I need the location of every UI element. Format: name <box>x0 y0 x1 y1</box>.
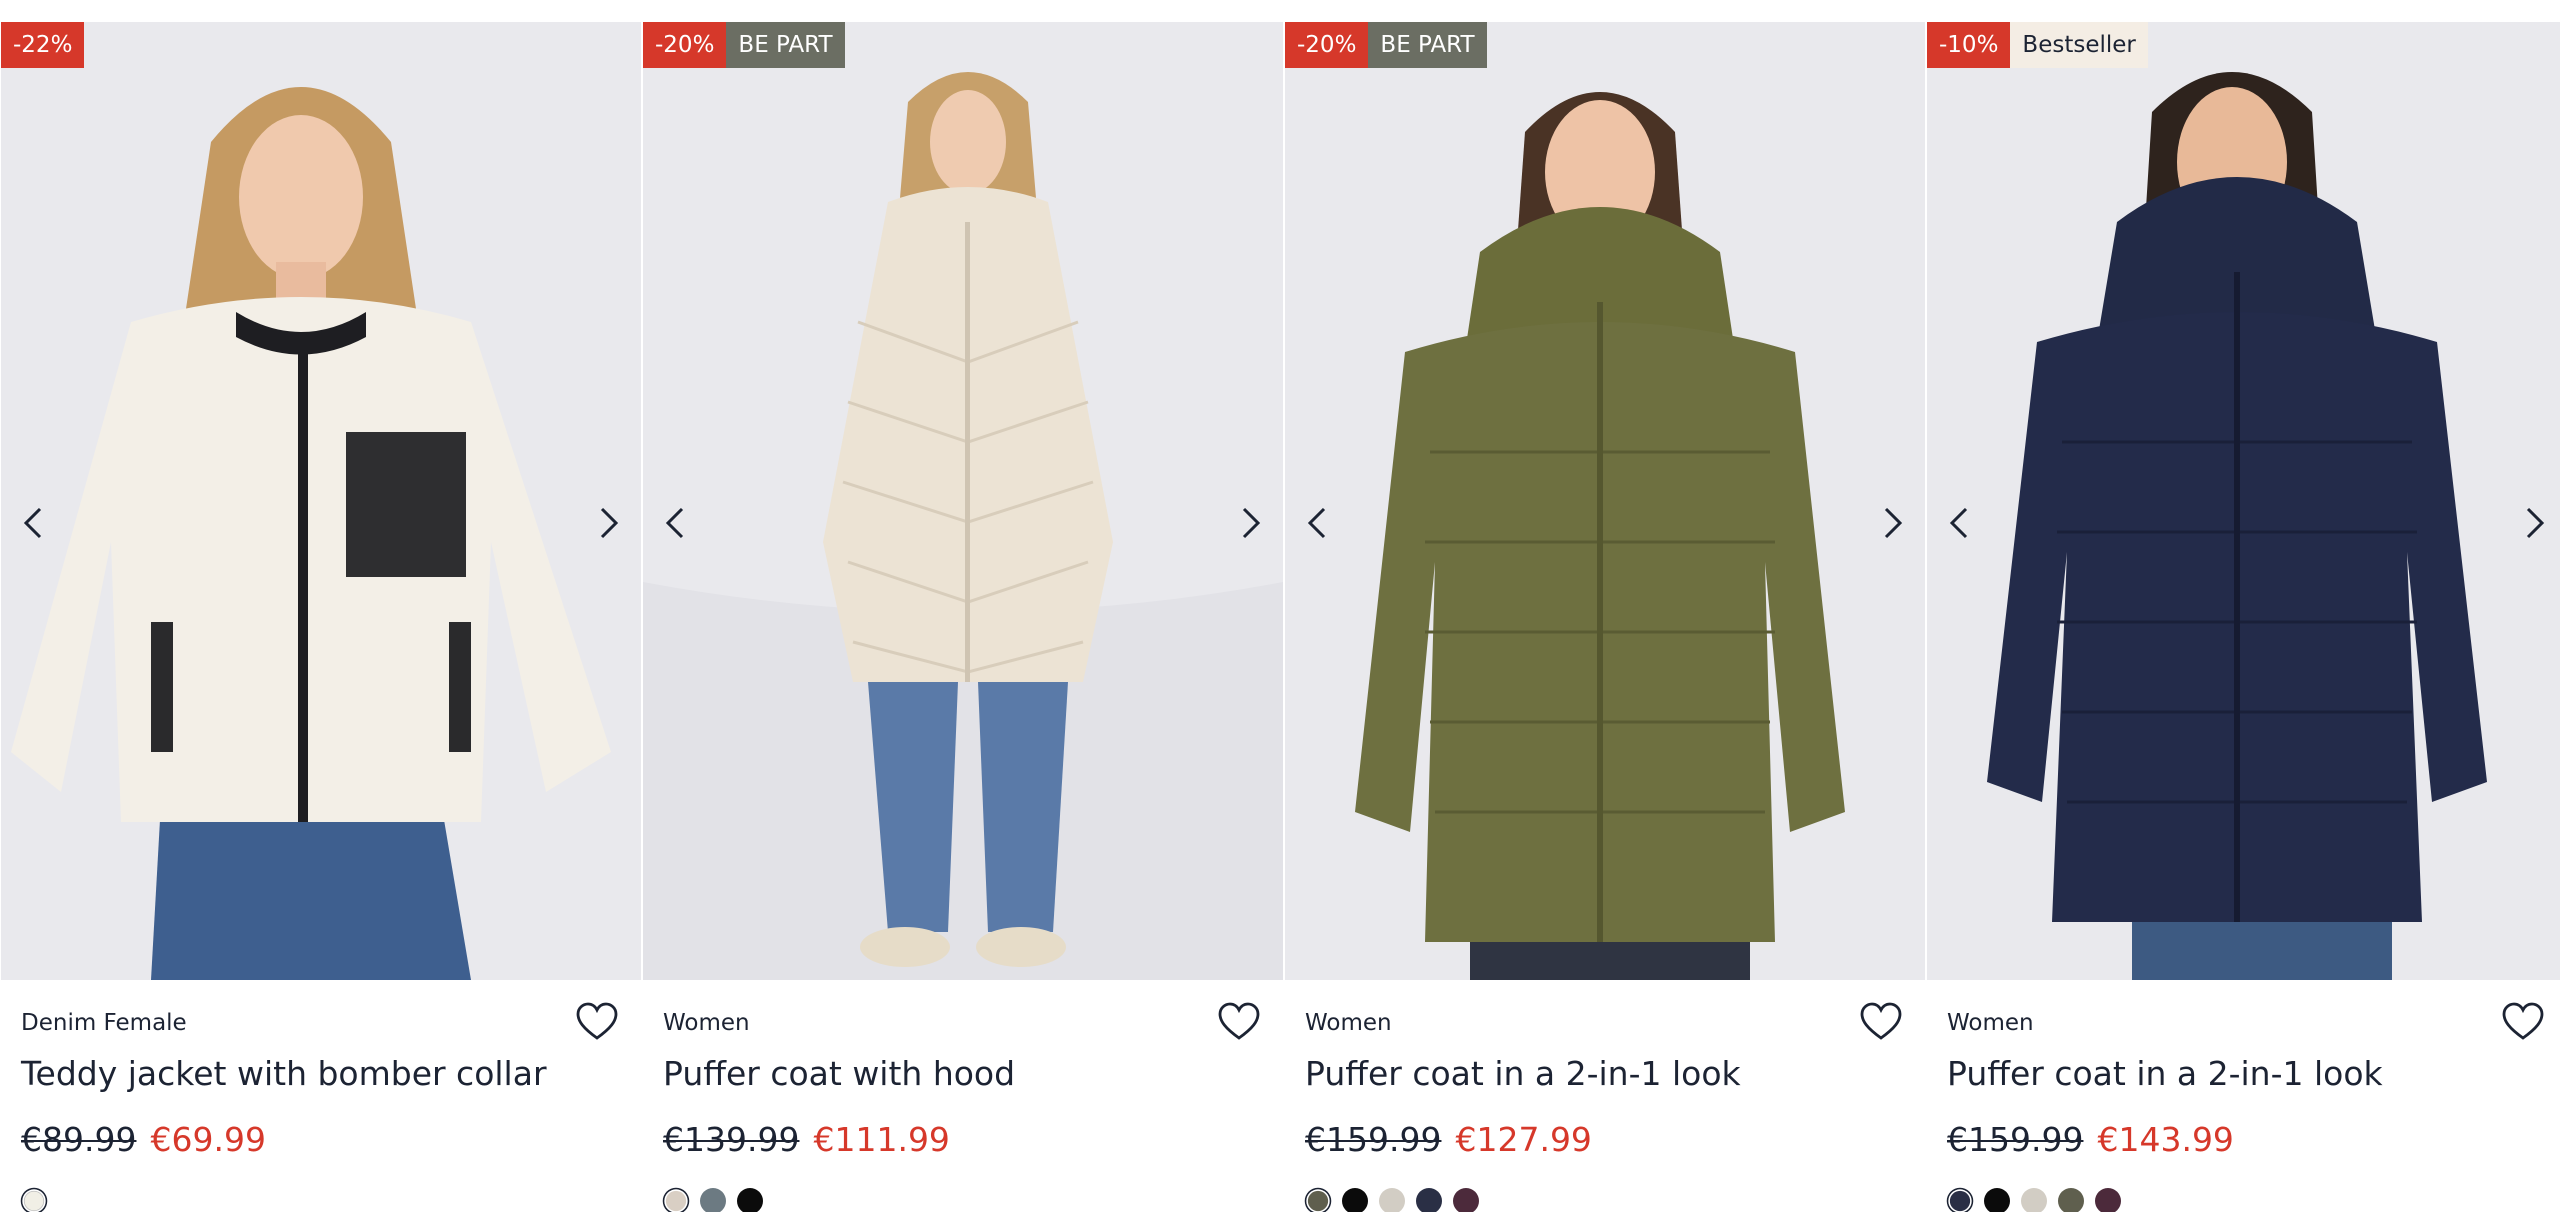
original-price: €139.99 <box>663 1120 800 1159</box>
product-image[interactable]: -20% BE PART <box>643 22 1283 980</box>
image-next-button[interactable] <box>1233 497 1269 549</box>
wishlist-button[interactable] <box>1217 1002 1261 1042</box>
price-row: €139.99 €111.99 <box>663 1120 950 1159</box>
color-swatch[interactable] <box>737 1188 763 1212</box>
chevron-left-icon <box>23 507 42 539</box>
product-image[interactable]: -10% Bestseller <box>1927 22 2560 980</box>
wishlist-button[interactable] <box>2501 1002 2545 1042</box>
sale-price: €143.99 <box>2097 1120 2234 1159</box>
color-swatch[interactable] <box>1949 1190 1971 1212</box>
badge-group: -22% <box>1 22 85 68</box>
image-next-button[interactable] <box>591 497 627 549</box>
image-next-button[interactable] <box>2517 497 2553 549</box>
color-swatch[interactable] <box>1984 1188 2010 1212</box>
original-price: €89.99 <box>21 1120 137 1159</box>
color-swatches <box>1947 1188 2121 1212</box>
chevron-right-icon <box>600 507 619 539</box>
chevron-right-icon <box>1884 507 1903 539</box>
product-title-link[interactable]: Puffer coat with hood <box>663 1054 1015 1093</box>
product-card[interactable]: -20% BE PART Women Puffer coat in a 2-in… <box>1285 22 1925 1212</box>
color-swatch[interactable] <box>2021 1188 2047 1212</box>
product-info: Women Puffer coat in a 2-in-1 look €159.… <box>1927 980 2560 1212</box>
chevron-right-icon <box>2526 507 2545 539</box>
sale-price: €69.99 <box>150 1120 266 1159</box>
product-card[interactable]: -20% BE PART Women Puffer coat with hood… <box>643 22 1283 1212</box>
product-title-link[interactable]: Teddy jacket with bomber collar <box>21 1054 547 1093</box>
be-part-badge: BE PART <box>1368 22 1487 68</box>
product-brand: Denim Female <box>21 1010 187 1036</box>
price-row: €89.99 €69.99 <box>21 1120 266 1159</box>
color-swatches <box>21 1188 47 1212</box>
badge-group: -20% BE PART <box>643 22 845 68</box>
product-image[interactable]: -22% <box>1 22 641 980</box>
product-title-link[interactable]: Puffer coat in a 2-in-1 look <box>1947 1054 2383 1093</box>
discount-badge: -22% <box>1 22 85 68</box>
color-swatch[interactable] <box>665 1190 687 1212</box>
original-price: €159.99 <box>1305 1120 1442 1159</box>
product-image[interactable]: -20% BE PART <box>1285 22 1925 980</box>
product-info: Denim Female Teddy jacket with bomber co… <box>1 980 641 1212</box>
product-card[interactable]: -22% Denim Female Teddy jacket with bomb… <box>1 22 641 1212</box>
image-next-button[interactable] <box>1875 497 1911 549</box>
price-row: €159.99 €143.99 <box>1947 1120 2234 1159</box>
heart-icon <box>576 1002 618 1040</box>
heart-icon <box>1218 1002 1260 1040</box>
product-card[interactable]: -10% Bestseller Women Puffer coat in a 2… <box>1927 22 2560 1212</box>
heart-icon <box>2502 1002 2544 1040</box>
product-title-link[interactable]: Puffer coat in a 2-in-1 look <box>1305 1054 1741 1093</box>
original-price: €159.99 <box>1947 1120 2084 1159</box>
chevron-left-icon <box>1949 507 1968 539</box>
be-part-badge: BE PART <box>726 22 845 68</box>
product-grid: -22% Denim Female Teddy jacket with bomb… <box>0 22 2560 1212</box>
image-prev-button[interactable] <box>1299 497 1335 549</box>
product-photo <box>1 22 641 980</box>
color-swatch[interactable] <box>1416 1188 1442 1212</box>
color-swatches <box>663 1188 763 1212</box>
chevron-right-icon <box>1242 507 1261 539</box>
product-photo <box>643 22 1283 980</box>
product-info: Women Puffer coat in a 2-in-1 look €159.… <box>1285 980 1925 1212</box>
color-swatch[interactable] <box>23 1190 45 1212</box>
product-photo <box>1285 22 1925 980</box>
sale-price: €127.99 <box>1455 1120 1592 1159</box>
sale-price: €111.99 <box>813 1120 950 1159</box>
discount-badge: -20% <box>1285 22 1369 68</box>
chevron-left-icon <box>665 507 684 539</box>
image-prev-button[interactable] <box>1941 497 1977 549</box>
wishlist-button[interactable] <box>575 1002 619 1042</box>
discount-badge: -10% <box>1927 22 2011 68</box>
product-brand: Women <box>1947 1010 2034 1036</box>
color-swatch[interactable] <box>1342 1188 1368 1212</box>
color-swatch[interactable] <box>1453 1188 1479 1212</box>
color-swatches <box>1305 1188 1479 1212</box>
price-row: €159.99 €127.99 <box>1305 1120 1592 1159</box>
wishlist-button[interactable] <box>1859 1002 1903 1042</box>
image-prev-button[interactable] <box>15 497 51 549</box>
bestseller-badge: Bestseller <box>2010 22 2148 68</box>
discount-badge: -20% <box>643 22 727 68</box>
color-swatch[interactable] <box>2058 1188 2084 1212</box>
product-photo <box>1927 22 2560 980</box>
color-swatch[interactable] <box>2095 1188 2121 1212</box>
badge-group: -20% BE PART <box>1285 22 1487 68</box>
product-info: Women Puffer coat with hood €139.99 €111.… <box>643 980 1283 1212</box>
product-brand: Women <box>1305 1010 1392 1036</box>
color-swatch[interactable] <box>700 1188 726 1212</box>
product-brand: Women <box>663 1010 750 1036</box>
color-swatch[interactable] <box>1307 1190 1329 1212</box>
color-swatch[interactable] <box>1379 1188 1405 1212</box>
chevron-left-icon <box>1307 507 1326 539</box>
heart-icon <box>1860 1002 1902 1040</box>
image-prev-button[interactable] <box>657 497 693 549</box>
badge-group: -10% Bestseller <box>1927 22 2148 68</box>
